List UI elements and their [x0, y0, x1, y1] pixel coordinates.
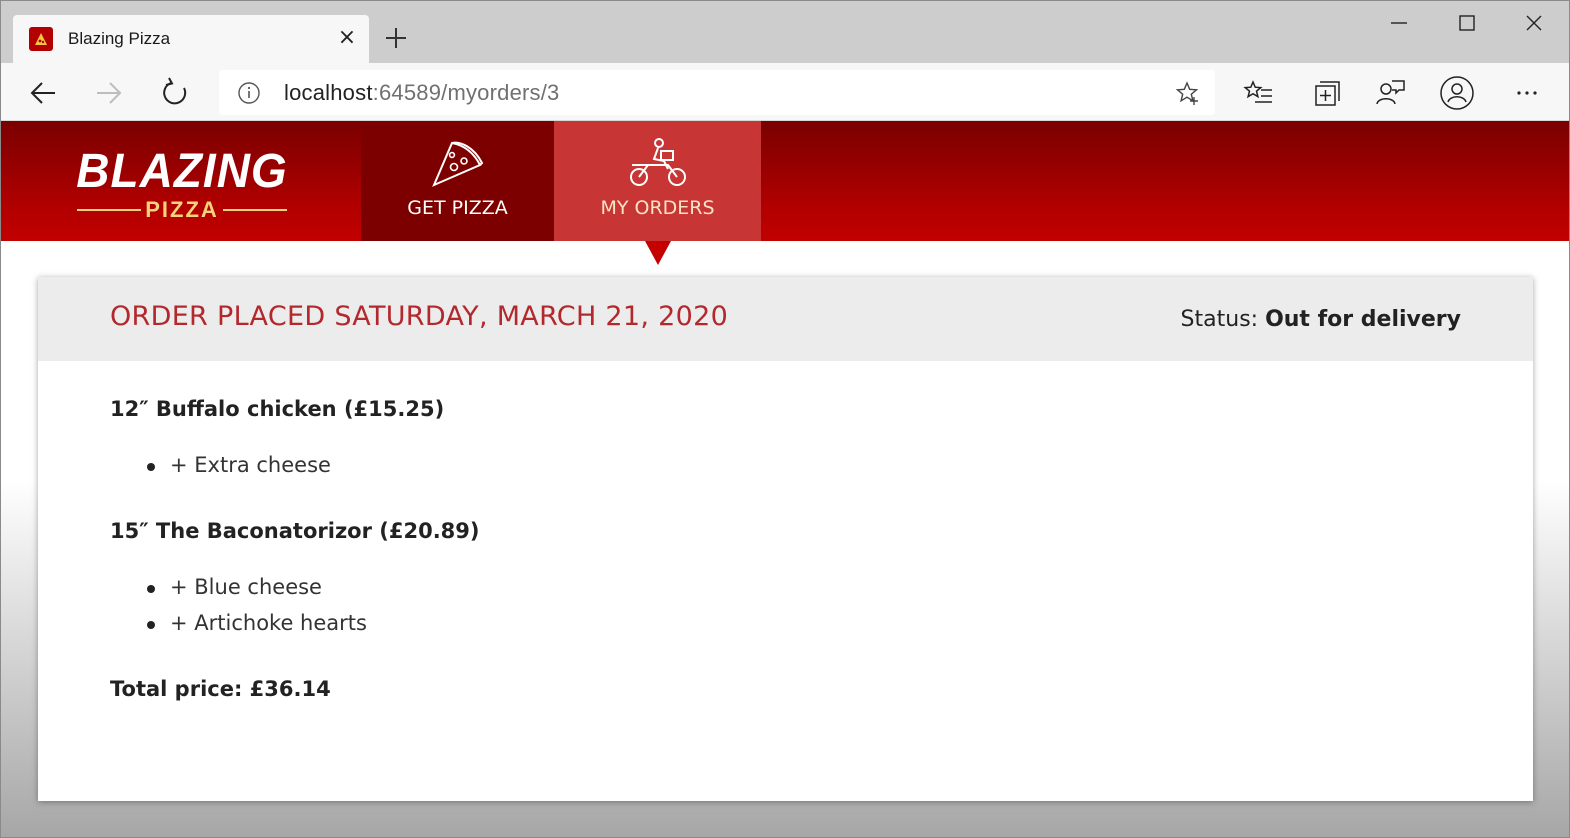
browser-tab[interactable]: Blazing Pizza ×	[13, 15, 369, 63]
tab-close-icon[interactable]: ×	[335, 27, 359, 51]
feedback-icon[interactable]	[1373, 75, 1409, 111]
logo-main-text: BLAZING	[76, 142, 288, 198]
topping-item: + Extra cheese	[110, 453, 1470, 489]
nav-get-pizza-label: GET PIZZA	[407, 197, 508, 219]
order-card: ORDER PLACED SATURDAY, MARCH 21, 2020 St…	[38, 277, 1533, 801]
nav-my-orders-label: MY ORDERS	[600, 197, 715, 219]
collections-icon[interactable]	[1307, 75, 1343, 111]
site-info-icon[interactable]	[237, 81, 261, 109]
active-nav-pointer	[645, 241, 671, 265]
pizza-item-label: 12″ Buffalo chicken (£15.25)	[110, 397, 445, 421]
window-close-icon[interactable]	[1514, 9, 1554, 39]
favorites-list-icon[interactable]	[1241, 75, 1277, 111]
order-card-header: ORDER PLACED SATURDAY, MARCH 21, 2020 St…	[38, 277, 1533, 361]
pizza-favicon-icon	[29, 27, 53, 51]
delivery-motorbike-icon	[628, 137, 688, 193]
order-status: Status: Out for delivery	[1181, 307, 1461, 332]
order-title: ORDER PLACED SATURDAY, MARCH 21, 2020	[110, 301, 729, 332]
minimize-icon[interactable]	[1379, 9, 1419, 39]
logo-divider-right	[223, 209, 287, 211]
topping-list: + Extra cheese	[110, 453, 1470, 489]
url-path: :64589/myorders/3	[372, 80, 560, 105]
tab-title: Blazing Pizza	[68, 29, 171, 48]
order-details: 12″ Buffalo chicken (£15.25) + Extra che…	[110, 397, 1470, 701]
tab-strip: Blazing Pizza ×	[1, 1, 1569, 63]
maximize-icon[interactable]	[1447, 9, 1487, 39]
topping-item: + Blue cheese	[110, 575, 1470, 611]
back-arrow-icon[interactable]	[25, 75, 61, 111]
blazing-pizza-logo[interactable]: BLAZING PIZZA	[75, 141, 289, 231]
address-bar[interactable]: localhost:64589/myorders/3	[219, 70, 1215, 115]
url-host: localhost	[284, 80, 373, 105]
nav-my-orders[interactable]: MY ORDERS	[554, 121, 761, 241]
url-text: localhost:64589/myorders/3	[284, 80, 559, 106]
total-price: Total price: £36.14	[110, 677, 331, 701]
topping-list: + Blue cheese + Artichoke hearts	[110, 575, 1470, 647]
add-favorite-star-icon[interactable]	[1175, 80, 1201, 110]
pizza-item-label: 15″ The Baconatorizor (£20.89)	[110, 519, 480, 543]
browser-window: Blazing Pizza × localhost:64589/myorders…	[0, 0, 1570, 838]
refresh-icon[interactable]	[157, 75, 193, 111]
forward-arrow-icon[interactable]	[91, 75, 127, 111]
nav-get-pizza[interactable]: GET PIZZA	[361, 121, 554, 241]
topping-item: + Artichoke hearts	[110, 611, 1470, 647]
new-tab-icon[interactable]	[381, 23, 411, 53]
profile-avatar-icon[interactable]	[1439, 75, 1475, 111]
status-label: Status:	[1180, 307, 1266, 332]
pizza-slice-icon	[430, 137, 486, 193]
app-header: BLAZING PIZZA GET PIZZA MY ORDERS	[1, 121, 1569, 241]
browser-toolbar: localhost:64589/myorders/3	[1, 63, 1569, 121]
status-value: Out for delivery	[1265, 307, 1461, 332]
more-options-icon[interactable]	[1509, 75, 1545, 111]
